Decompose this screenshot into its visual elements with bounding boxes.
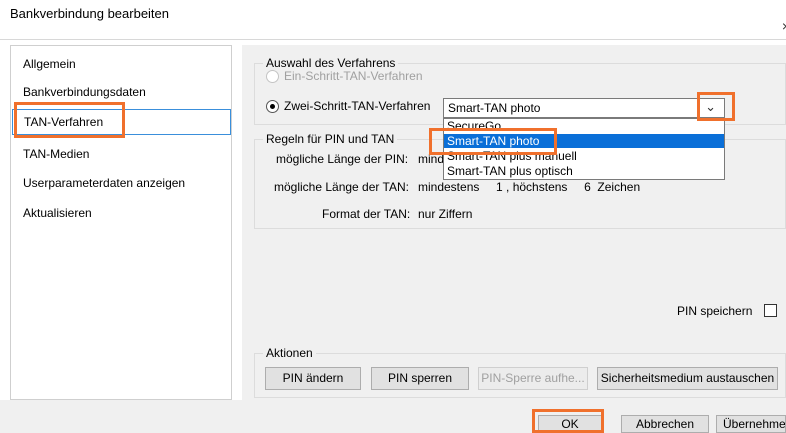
- cancel-button[interactable]: Abbrechen: [621, 415, 709, 433]
- radio-label: Zwei-Schritt-TAN-Verfahren: [284, 99, 431, 113]
- close-icon[interactable]: ×: [782, 18, 786, 34]
- dropdown-option[interactable]: Smart-TAN plus optisch: [444, 164, 724, 178]
- verfahren-legend: Auswahl des Verfahrens: [263, 56, 399, 70]
- sidebar-item-label: TAN-Medien: [23, 147, 90, 161]
- pin-sperren-button[interactable]: PIN sperren: [371, 367, 469, 390]
- pin-speichern-label: PIN speichern: [677, 304, 753, 318]
- sidebar-item-label: TAN-Verfahren: [24, 115, 104, 129]
- dropdown-option[interactable]: Smart-TAN plus manuell: [444, 149, 724, 163]
- radio-ein-schritt[interactable]: Ein-Schritt-TAN-Verfahren: [266, 69, 423, 83]
- tan-length-label: mögliche Länge der TAN:: [274, 180, 409, 194]
- title-bar: Bankverbindung bearbeiten ×: [0, 0, 786, 40]
- dropdown-option[interactable]: SecureGo: [444, 119, 724, 133]
- verfahren-select[interactable]: Smart-TAN photo ⌄: [443, 98, 725, 118]
- sidebar-item-userparameterdaten[interactable]: Userparameterdaten anzeigen: [12, 171, 231, 197]
- pin-speichern-checkbox[interactable]: [764, 304, 777, 317]
- pin-sperre-aufheben-button[interactable]: PIN-Sperre aufhe...: [478, 367, 588, 390]
- radio-button[interactable]: [266, 69, 279, 83]
- pin-length-label: mögliche Länge der PIN:: [276, 152, 409, 166]
- sidebar-item-tan-medien[interactable]: TAN-Medien: [12, 142, 231, 168]
- sidebar-item-label: Aktualisieren: [23, 206, 92, 220]
- tan-length-value: mindestens 1 , höchstens 6 Zeichen: [418, 180, 641, 194]
- sidebar-item-aktualisieren[interactable]: Aktualisieren: [12, 201, 231, 227]
- ok-button[interactable]: OK: [538, 415, 602, 433]
- sidebar: Allgemein Bankverbindungsdaten TAN-Verfa…: [10, 45, 232, 400]
- tan-format-value: nur Ziffern: [418, 207, 473, 221]
- aktionen-legend: Aktionen: [263, 346, 316, 360]
- sicherheitsmedium-austauschen-button[interactable]: Sicherheitsmedium austauschen: [597, 367, 778, 390]
- tan-format-label: Format der TAN:: [322, 207, 411, 221]
- sidebar-item-label: Userparameterdaten anzeigen: [23, 176, 186, 190]
- radio-label: Ein-Schritt-TAN-Verfahren: [284, 69, 423, 83]
- window-title: Bankverbindung bearbeiten: [10, 6, 170, 21]
- dropdown-option-selected[interactable]: Smart-TAN photo: [444, 134, 724, 148]
- select-value: Smart-TAN photo: [448, 101, 541, 115]
- pin-length-value: mind: [418, 152, 445, 166]
- sidebar-item-allgemein[interactable]: Allgemein: [12, 52, 231, 78]
- radio-zwei-schritt[interactable]: Zwei-Schritt-TAN-Verfahren: [266, 99, 430, 113]
- chevron-down-icon[interactable]: ⌄: [705, 99, 716, 115]
- pin-aendern-button[interactable]: PIN ändern: [265, 367, 361, 390]
- sidebar-item-label: Bankverbindungsdaten: [23, 85, 146, 99]
- regeln-legend: Regeln für PIN und TAN: [263, 132, 398, 146]
- verfahren-dropdown-list: SecureGo Smart-TAN photo Smart-TAN plus …: [443, 118, 725, 180]
- sidebar-item-tan-verfahren[interactable]: TAN-Verfahren: [12, 109, 231, 135]
- sidebar-item-label: Allgemein: [23, 57, 76, 71]
- apply-button[interactable]: Übernehmen: [716, 415, 786, 433]
- radio-button[interactable]: [266, 99, 279, 113]
- sidebar-item-bankverbindungsdaten[interactable]: Bankverbindungsdaten: [12, 80, 231, 106]
